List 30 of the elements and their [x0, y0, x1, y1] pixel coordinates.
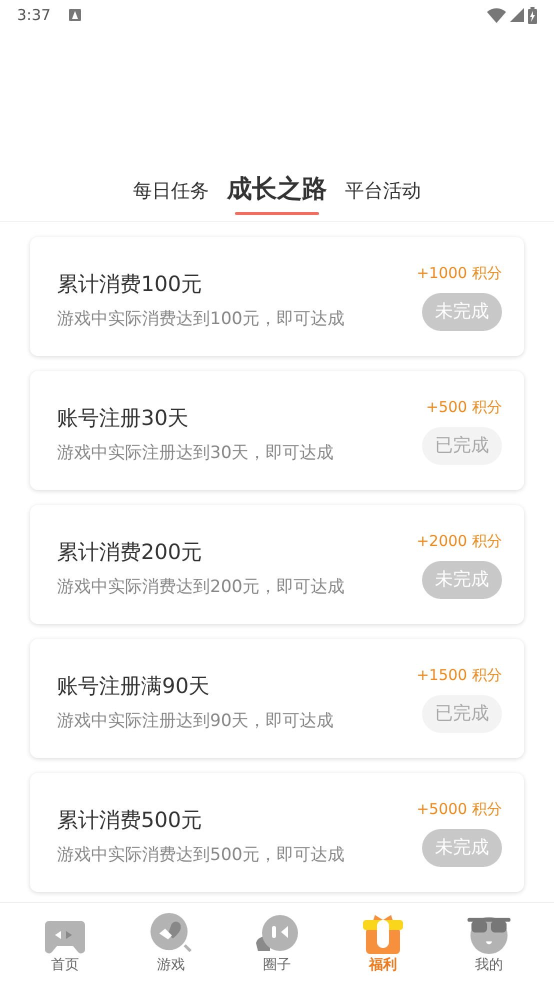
tab[interactable]: 每日任务 [133, 176, 209, 215]
nav-item[interactable]: 游戏 [131, 912, 211, 976]
gamepad-icon [43, 918, 87, 954]
heart-search-icon [149, 912, 193, 954]
battery-icon [528, 6, 537, 24]
task-description: 游戏中实际消费达到100元，即可达成 [57, 308, 344, 330]
task-title: 账号注册30天 [57, 405, 190, 432]
gift-icon [361, 912, 405, 954]
notification-icon [68, 9, 81, 21]
task-title: 累计消费500元 [57, 807, 204, 834]
wifi-icon [487, 8, 506, 22]
task-description: 游戏中实际消费达到200元，即可达成 [57, 576, 344, 598]
tab[interactable]: 平台活动 [345, 176, 421, 215]
signal-icon [510, 8, 524, 22]
points-reward: +2000 积分 [416, 531, 502, 552]
points-reward: +1500 积分 [416, 665, 502, 686]
tab[interactable]: 成长之路 [227, 170, 327, 215]
task-description: 游戏中实际注册达到90天，即可达成 [57, 710, 334, 732]
task-title: 累计消费200元 [57, 539, 204, 566]
points-reward: +500 积分 [426, 397, 502, 418]
points-reward: +5000 积分 [416, 799, 502, 820]
nav-item[interactable]: 圈子 [237, 912, 317, 976]
task-description: 游戏中实际消费达到500元，即可达成 [57, 844, 344, 866]
task-title: 账号注册满90天 [57, 673, 211, 700]
points-reward: +1000 积分 [416, 263, 502, 284]
nav-item[interactable]: 首页 [25, 912, 105, 976]
task-description: 游戏中实际注册达到30天，即可达成 [57, 442, 334, 464]
task-title: 累计消费100元 [57, 271, 204, 298]
status-time: 3:37 [17, 4, 51, 26]
nav-item[interactable]: 我的 [449, 912, 529, 976]
